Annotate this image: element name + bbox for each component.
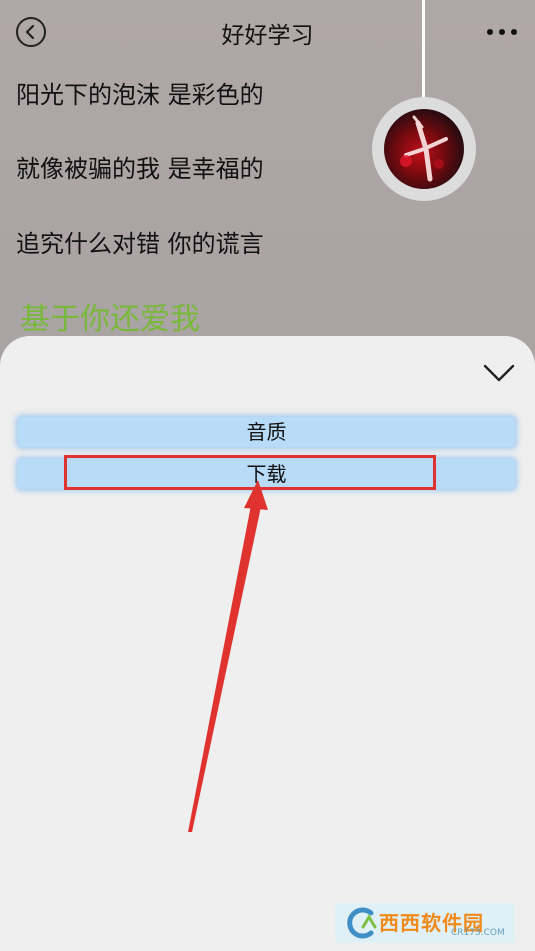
current-lyric-line: 基于你还爱我 (20, 302, 200, 337)
more-button[interactable] (485, 22, 519, 42)
tonearm (422, 0, 425, 98)
brand-logo-icon (347, 907, 377, 939)
watermark-url: CR173.COM (451, 928, 505, 938)
collapse-button[interactable] (483, 362, 515, 384)
lyric-line: 追究什么对错 你的谎言 (16, 230, 264, 258)
watermark: 西西软件园 CR173.COM (335, 903, 515, 943)
lyric-line: 阳光下的泡沫 是彩色的 (16, 81, 264, 109)
download-option[interactable]: 下载 (18, 459, 515, 489)
lyric-line: 就像被骗的我 是幸福的 (16, 155, 264, 183)
quality-option[interactable]: 音质 (18, 417, 515, 447)
more-dots-icon (487, 29, 517, 35)
page-title: 好好学习 (221, 23, 314, 49)
album-cover-icon (384, 109, 464, 189)
chevron-down-icon (483, 364, 515, 382)
top-bar: 好好学习 (0, 0, 535, 64)
album-disc[interactable] (372, 97, 476, 201)
options-sheet: 音质 下载 (0, 336, 535, 951)
